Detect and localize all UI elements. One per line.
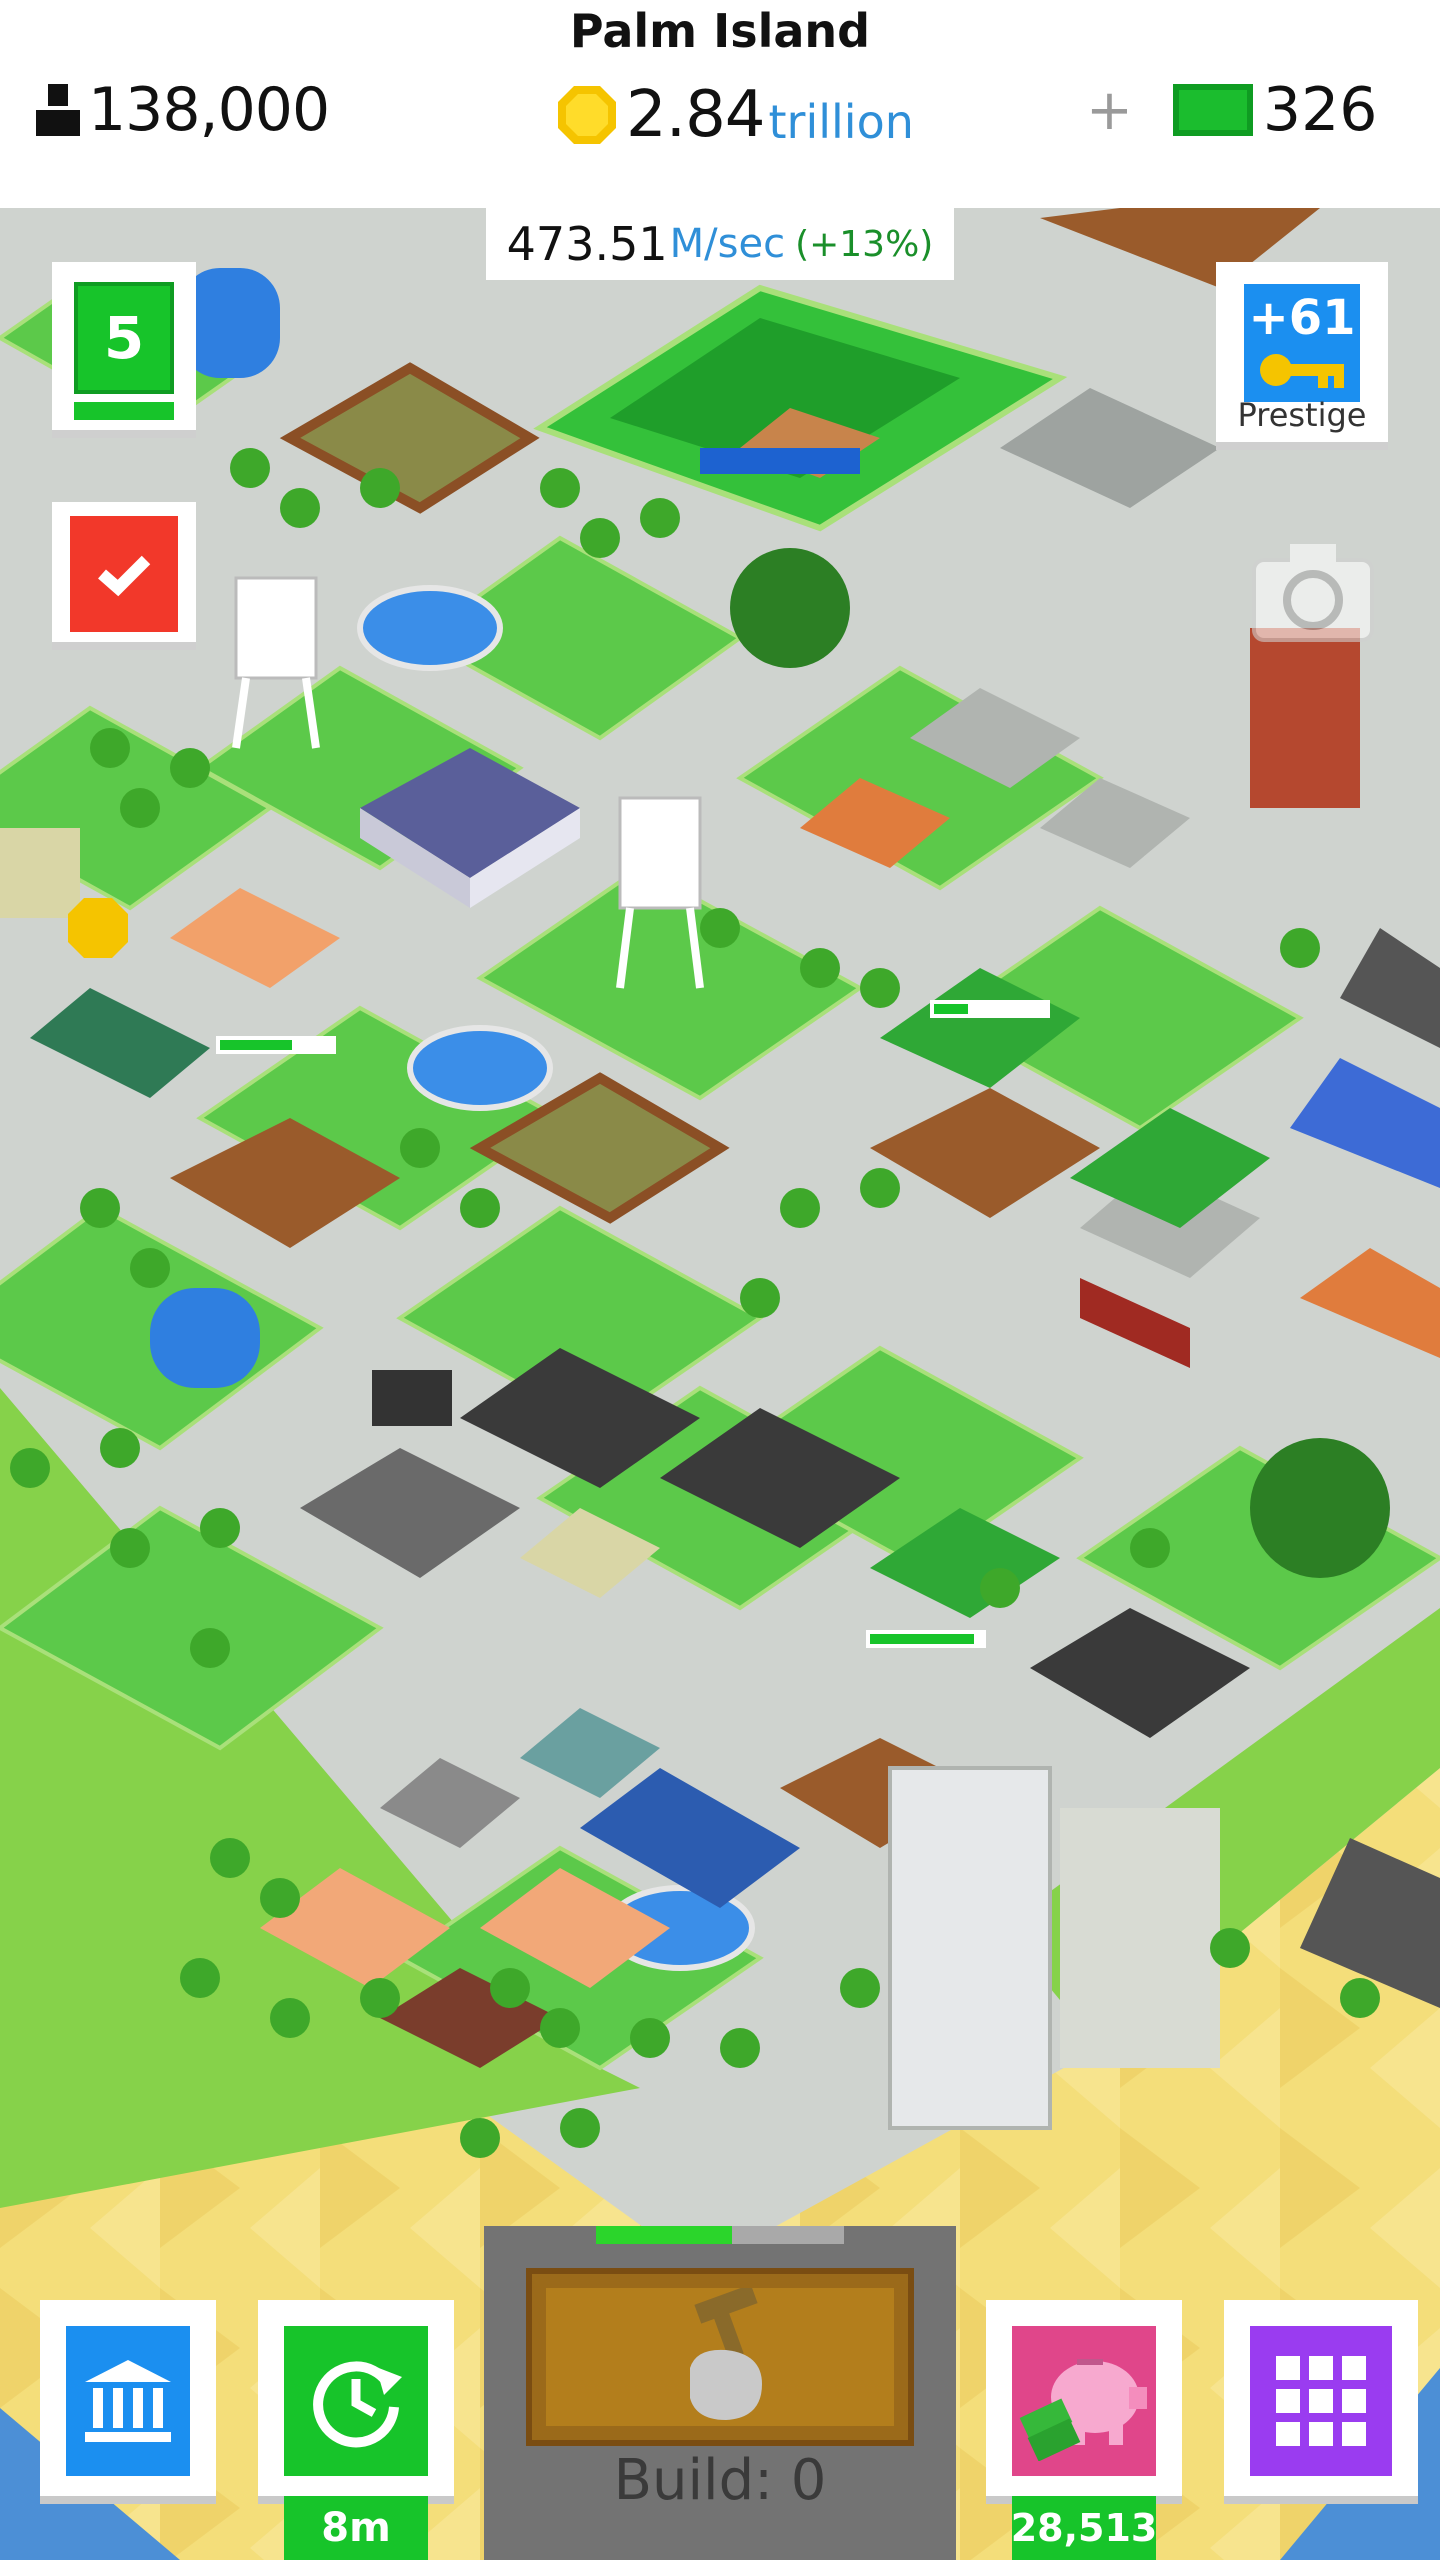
- prestige-button[interactable]: +61 Prestige: [1216, 262, 1388, 450]
- level-button[interactable]: 5: [52, 262, 196, 438]
- build-label: Build: 0: [613, 2448, 827, 2513]
- population-counter: 138,000: [36, 70, 330, 150]
- piggy-bank-icon: [1012, 2326, 1156, 2476]
- build-progress-fill: [596, 2226, 733, 2244]
- piggy-bank-value: 28,513: [1011, 2496, 1157, 2560]
- income-value: 473.51: [506, 217, 668, 271]
- floating-coin: [68, 898, 128, 958]
- map-scene: [0, 208, 1440, 2560]
- key-icon: [1260, 354, 1344, 388]
- money-counter: 2.84 trillion: [558, 70, 914, 160]
- top-bar: Palm Island 138,000 2.84 trillion + 326: [0, 0, 1440, 208]
- prestige-label: Prestige: [1237, 396, 1367, 434]
- population-value: 138,000: [88, 75, 330, 145]
- cash-value: 326: [1262, 75, 1378, 145]
- cash-counter[interactable]: + 326: [1086, 70, 1377, 150]
- cash-icon: [1172, 84, 1253, 136]
- bank-button[interactable]: [40, 2300, 216, 2504]
- time-warp-button[interactable]: [258, 2300, 454, 2504]
- person-icon: [36, 84, 80, 136]
- build-button[interactable]: Build: 0: [484, 2226, 956, 2560]
- prestige-badge: +61: [1244, 284, 1360, 402]
- money-unit: trillion: [768, 95, 914, 149]
- time-warp-badge: 8m: [284, 2496, 428, 2560]
- add-cash-button[interactable]: +: [1086, 78, 1133, 143]
- camera-button[interactable]: [1250, 540, 1376, 644]
- island-map[interactable]: [0, 208, 1440, 2560]
- bank-icon: [66, 2326, 190, 2476]
- level-progress: [74, 402, 174, 420]
- camera-icon: [1252, 544, 1374, 642]
- build-progress: [596, 2226, 844, 2244]
- money-value: 2.84: [626, 78, 765, 152]
- income-bonus: (+13%): [795, 223, 934, 265]
- income-unit: M/sec: [669, 221, 786, 267]
- build-slot: [526, 2268, 914, 2446]
- level-value: 5: [74, 282, 174, 394]
- income-rate: 473.51 M/sec (+13%): [486, 208, 954, 280]
- checkmark-icon: [70, 516, 178, 632]
- prestige-keys: +61: [1248, 290, 1356, 346]
- island-name[interactable]: Palm Island: [0, 4, 1440, 58]
- menu-button[interactable]: [1224, 2300, 1418, 2504]
- tasks-button[interactable]: [52, 502, 196, 650]
- grid-icon: [1250, 2326, 1392, 2476]
- clock-icon: [284, 2326, 428, 2476]
- coin-icon: [558, 86, 616, 144]
- hammer-hand-icon: [690, 2288, 762, 2420]
- piggy-bank-button[interactable]: [986, 2300, 1182, 2504]
